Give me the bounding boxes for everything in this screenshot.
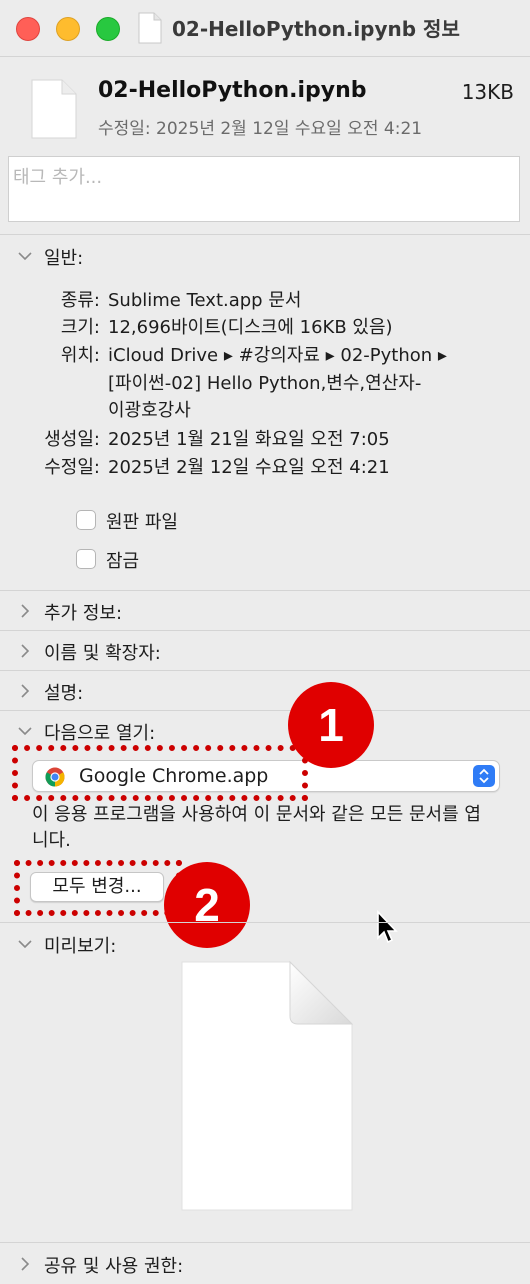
section-name-extension-label: 이름 및 확장자: — [44, 643, 161, 664]
section-sharing-header[interactable]: 공유 및 사용 권한: — [0, 1246, 530, 1282]
where-value-line1: iCloud Drive ▸ #강의자료 ▸ 02-Python ▸ — [108, 345, 447, 366]
divider — [0, 922, 530, 923]
document-icon — [181, 960, 354, 1211]
where-key: 위치: — [60, 345, 100, 366]
open-with-description: 이 응용 프로그램을 사용하여 이 문서와 같은 모든 문서를 엽니다. — [32, 804, 481, 851]
section-open-with-label: 다음으로 열기: — [44, 723, 156, 744]
size-value: 12,696바이트(디스크에 16KB 있음) — [108, 317, 393, 338]
section-general-header[interactable]: 일반: — [0, 238, 530, 274]
window-title: 02-HelloPython.ipynb 정보 — [172, 17, 460, 41]
created-value: 2025년 1월 21일 화요일 오전 7:05 — [108, 429, 390, 450]
chevron-down-icon — [18, 252, 32, 261]
close-window-button[interactable] — [16, 17, 40, 41]
section-general-label: 일반: — [44, 248, 84, 269]
title-bar: 02-HelloPython.ipynb 정보 — [0, 0, 530, 56]
tags-field[interactable]: 태그 추가... — [8, 156, 520, 222]
chevron-right-icon — [21, 684, 30, 698]
annotation-highlight-change-all — [14, 860, 182, 916]
divider — [0, 56, 530, 57]
kind-key: 종류: — [60, 290, 100, 311]
section-preview-label: 미리보기: — [44, 936, 117, 957]
annotation-highlight-app-popup — [12, 745, 308, 801]
document-icon — [138, 12, 162, 44]
section-more-info-label: 추가 정보: — [44, 603, 123, 624]
chevron-down-icon — [18, 940, 32, 949]
divider — [0, 234, 530, 235]
locked-label: 잠금 — [106, 551, 140, 572]
divider — [0, 710, 530, 711]
modified-value: 2025년 2월 12일 수요일 오전 4:21 — [108, 457, 390, 478]
file-name: 02-HelloPython.ipynb — [98, 78, 367, 103]
section-name-extension-header[interactable]: 이름 및 확장자: — [0, 633, 530, 669]
minimize-window-button[interactable] — [56, 17, 80, 41]
annotation-badge-1: 1 — [288, 682, 374, 768]
created-key: 생성일: — [44, 429, 100, 450]
section-more-info-header[interactable]: 추가 정보: — [0, 593, 530, 629]
document-icon — [31, 79, 77, 139]
stationery-label: 원판 파일 — [106, 512, 178, 533]
chevron-right-icon — [21, 1257, 30, 1271]
kind-value: Sublime Text.app 문서 — [108, 290, 302, 311]
divider — [0, 590, 530, 591]
section-comments-label: 설명: — [44, 683, 84, 704]
divider — [0, 630, 530, 631]
where-value-line3: 이광호강사 — [108, 400, 191, 421]
chevron-right-icon — [21, 604, 30, 618]
section-sharing-label: 공유 및 사용 권한: — [44, 1256, 184, 1277]
chevron-down-icon — [18, 727, 32, 736]
zoom-window-button[interactable] — [96, 17, 120, 41]
modified-key: 수정일: — [44, 457, 100, 478]
section-open-with-header[interactable]: 다음으로 열기: — [0, 713, 530, 749]
divider — [0, 670, 530, 671]
where-value-line2: [파이썬-02] Hello Python,변수,연산자- — [108, 373, 422, 394]
file-size: 13KB — [461, 80, 514, 104]
locked-checkbox[interactable] — [76, 549, 96, 569]
size-key: 크기: — [60, 317, 100, 338]
popup-arrows-icon — [473, 765, 495, 787]
chevron-right-icon — [21, 644, 30, 658]
file-modified-date: 수정일: 2025년 2월 12일 수요일 오전 4:21 — [98, 119, 423, 139]
divider — [0, 1242, 530, 1243]
section-comments-header[interactable]: 설명: — [0, 673, 530, 709]
stationery-checkbox[interactable] — [76, 510, 96, 530]
